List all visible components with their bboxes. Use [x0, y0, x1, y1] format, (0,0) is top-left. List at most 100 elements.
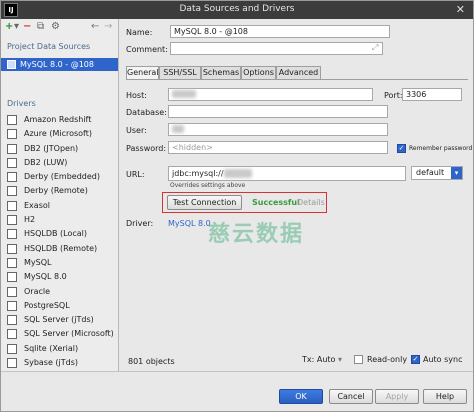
data-sources-dialog: IJ Data Sources and Drivers ✕ + ▾ − ⧉ ⚙ … — [0, 0, 474, 412]
back-arrow-icon[interactable]: ← — [91, 20, 99, 33]
auto-sync-checkbox[interactable]: ✓ — [411, 355, 420, 364]
window-title: Data Sources and Drivers — [179, 4, 295, 14]
add-icon[interactable]: + — [5, 20, 13, 33]
driver-label: MySQL 8.0 — [24, 272, 67, 282]
password-input[interactable]: <hidden> — [168, 141, 388, 154]
h2-icon — [7, 215, 17, 226]
driver-item[interactable]: MySQL 8.0 — [1, 270, 118, 284]
cancel-button[interactable]: Cancel — [329, 389, 373, 404]
read-only-checkbox[interactable] — [354, 355, 363, 364]
hsqldb-icon — [7, 243, 17, 254]
redacted-url — [224, 169, 252, 178]
driver-item[interactable]: Azure (Microsoft) — [1, 127, 118, 141]
tab-schemas[interactable]: Schemas — [201, 66, 241, 79]
apply-button[interactable]: Apply — [375, 389, 419, 404]
driver-label: Azure (Microsoft) — [24, 129, 92, 139]
postgresql-icon — [7, 300, 17, 311]
name-label: Name: — [126, 28, 153, 37]
remember-password-checkbox[interactable]: ✓ — [397, 144, 406, 153]
dropdown-arrow-icon[interactable]: ▾ — [14, 20, 19, 33]
details-link[interactable]: Details — [297, 198, 325, 207]
driver-label: Driver: — [126, 219, 154, 228]
comment-label: Comment: — [126, 45, 168, 54]
derby-icon — [7, 172, 17, 183]
mysql-icon — [7, 272, 17, 283]
comment-input[interactable] — [170, 42, 383, 55]
driver-item[interactable]: HSQLDB (Local) — [1, 227, 118, 241]
driver-item[interactable]: Exasol — [1, 199, 118, 213]
driver-item[interactable]: MySQL — [1, 256, 118, 270]
redacted-host — [172, 90, 196, 98]
driver-label: Sybase (jTds) — [24, 358, 79, 368]
drivers-title: Drivers — [7, 99, 36, 108]
driver-label: DB2 (JTOpen) — [24, 143, 79, 153]
tab-options[interactable]: Options — [241, 66, 276, 79]
user-label: User: — [126, 126, 147, 135]
copy-icon[interactable]: ⧉ — [37, 20, 44, 33]
database-input[interactable] — [168, 105, 388, 118]
tab-general[interactable]: General — [126, 66, 159, 79]
port-input[interactable]: 3306 — [402, 88, 462, 101]
driver-link[interactable]: MySQL 8.0 — [168, 219, 211, 228]
azure-icon — [7, 129, 17, 140]
redshift-icon — [7, 115, 17, 125]
auto-sync-label: Auto sync — [423, 355, 463, 364]
derby-icon — [7, 186, 17, 197]
right-panel: Name: MySQL 8.0 - @108 Comment: ⤢ Genera… — [120, 19, 473, 371]
host-label: Host: — [126, 91, 147, 100]
driver-item[interactable]: Amazon Redshift — [1, 113, 118, 127]
driver-label: PostgreSQL — [24, 300, 70, 310]
test-connection-button[interactable]: Test Connection — [167, 195, 242, 210]
driver-label: Exasol — [24, 200, 50, 210]
url-mode-select[interactable]: default ▾ — [411, 166, 463, 180]
driver-label: Derby (Embedded) — [24, 172, 100, 182]
general-tab-pane — [126, 79, 468, 237]
expand-icon[interactable]: ⤢ — [372, 43, 378, 53]
driver-item[interactable]: SQL Server (Microsoft) — [1, 327, 118, 341]
host-input[interactable] — [168, 88, 373, 101]
tab-advanced[interactable]: Advanced — [276, 66, 321, 79]
url-input[interactable]: jdbc:mysql:// — [168, 166, 406, 181]
driver-label: Derby (Remote) — [24, 186, 88, 196]
driver-item[interactable]: Derby (Embedded) — [1, 170, 118, 184]
data-source-label: MySQL 8.0 - @108 — [20, 60, 94, 69]
read-only-label: Read-only — [367, 355, 408, 364]
url-hint: Overrides settings above — [170, 182, 246, 189]
driver-item[interactable]: DB2 (LUW) — [1, 156, 118, 170]
settings-icon[interactable]: ⚙ — [51, 20, 60, 33]
forward-arrow-icon[interactable]: → — [104, 20, 112, 33]
objects-count: 801 objects — [128, 357, 175, 366]
driver-item[interactable]: Oracle — [1, 285, 118, 299]
sqlserver-icon — [7, 315, 17, 326]
driver-label: SQL Server (jTds) — [24, 315, 94, 325]
sqlserver-icon — [7, 329, 17, 340]
driver-item[interactable]: Derby (Remote) — [1, 184, 118, 198]
driver-label: H2 — [24, 215, 36, 225]
driver-item[interactable]: HSQLDB (Remote) — [1, 242, 118, 256]
ok-button[interactable]: OK — [279, 389, 323, 404]
title-bar: IJ Data Sources and Drivers ✕ — [1, 1, 473, 19]
chevron-down-icon: ▾ — [451, 167, 462, 179]
url-mode-value: default — [416, 168, 445, 177]
left-toolbar: + ▾ − ⧉ ⚙ ← → — [1, 19, 118, 35]
tab-ssh-ssl[interactable]: SSH/SSL — [159, 66, 201, 79]
driver-item[interactable]: PostgreSQL — [1, 299, 118, 313]
exasol-icon — [7, 200, 17, 211]
chevron-down-icon: ▾ — [337, 355, 342, 364]
user-input[interactable] — [168, 123, 388, 136]
close-icon[interactable]: ✕ — [456, 3, 465, 16]
driver-item[interactable]: SQL Server (jTds) — [1, 313, 118, 327]
driver-label: MySQL — [24, 257, 52, 267]
driver-item[interactable]: DB2 (JTOpen) — [1, 142, 118, 156]
sybase-icon — [7, 358, 17, 369]
db2-icon — [7, 157, 17, 168]
tx-mode-select[interactable]: Tx: Auto ▾ — [302, 355, 342, 364]
driver-item[interactable]: H2 — [1, 213, 118, 227]
data-source-item[interactable]: MySQL 8.0 - @108 — [1, 58, 118, 71]
driver-item[interactable]: Sqlite (Xerial) — [1, 342, 118, 356]
remove-icon[interactable]: − — [23, 20, 31, 33]
hsqldb-icon — [7, 229, 17, 240]
name-input[interactable]: MySQL 8.0 - @108 — [170, 25, 390, 38]
help-button[interactable]: Help — [423, 389, 467, 404]
driver-item[interactable]: Sybase (jTds) — [1, 356, 118, 370]
